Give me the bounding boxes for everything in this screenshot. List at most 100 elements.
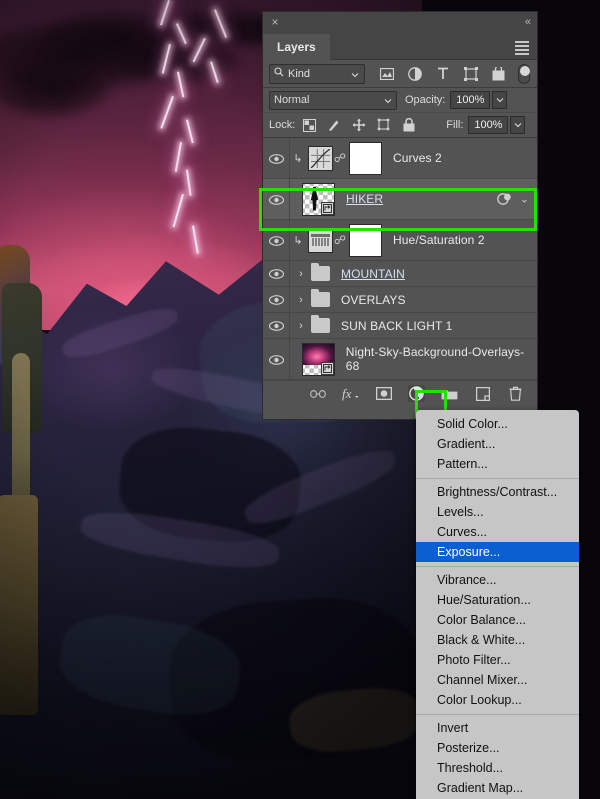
group-disclosure-icon[interactable]: › xyxy=(294,268,308,280)
layer-style-fx-icon[interactable]: fx xyxy=(342,385,359,402)
menu-item-color-lookup[interactable]: Color Lookup... xyxy=(416,690,579,710)
menu-item-solid-color[interactable]: Solid Color... xyxy=(416,414,579,434)
blend-mode-value: Normal xyxy=(274,94,310,106)
curves-adjustment-thumbnail[interactable] xyxy=(308,145,333,171)
menu-item-brightness-contrast[interactable]: Brightness/Contrast... xyxy=(416,482,579,502)
layer-visibility-toggle[interactable] xyxy=(263,339,290,379)
layer-name: HIKER xyxy=(346,192,384,206)
shape-layer-filter-icon[interactable] xyxy=(463,66,478,81)
menu-item-threshold[interactable]: Threshold... xyxy=(416,758,579,778)
fill-input[interactable]: 100% xyxy=(468,116,509,134)
layer-mask-thumbnail[interactable] xyxy=(349,223,382,257)
lock-bar: Lock: Fill: 100% xyxy=(263,113,537,138)
layer-row-overlays-group[interactable]: › OVERLAYS xyxy=(263,287,537,313)
menu-item-vibrance[interactable]: Vibrance... xyxy=(416,570,579,590)
layer-row-hiker[interactable]: HIKER ⌄ xyxy=(263,179,537,220)
layer-visibility-toggle[interactable] xyxy=(263,220,290,260)
eye-icon xyxy=(269,321,284,331)
screenshot-root: × « Layers Kind Normal Opacity: 100% Loc… xyxy=(0,0,600,799)
lock-image-pixels-icon[interactable] xyxy=(327,118,341,132)
menu-item-invert[interactable]: Invert xyxy=(416,718,579,738)
opacity-label: Opacity: xyxy=(405,94,446,106)
layer-visibility-toggle[interactable] xyxy=(263,138,290,178)
menu-item-gradient[interactable]: Gradient... xyxy=(416,434,579,454)
hamburger-menu-icon[interactable] xyxy=(515,41,529,55)
layer-visibility-toggle[interactable] xyxy=(263,313,290,338)
layer-visibility-toggle[interactable] xyxy=(263,179,290,219)
folder-icon xyxy=(311,263,330,281)
lock-all-icon[interactable] xyxy=(402,118,416,132)
panel-tabbar: Layers xyxy=(263,34,537,60)
chevron-down-icon xyxy=(384,95,392,107)
layer-visibility-toggle[interactable] xyxy=(263,287,290,312)
menu-separator xyxy=(416,714,579,715)
opacity-input[interactable]: 100% xyxy=(450,91,491,109)
menu-item-exposure[interactable]: Exposure... xyxy=(416,542,579,562)
filter-kind-label: Kind xyxy=(288,67,311,80)
expand-effects-chevron-icon[interactable]: ⌄ xyxy=(520,193,529,206)
menu-item-black-and-white[interactable]: Black & White... xyxy=(416,630,579,650)
group-disclosure-icon[interactable]: › xyxy=(294,320,308,332)
smart-object-filter-icon[interactable] xyxy=(491,66,506,81)
layer-name: MOUNTAIN xyxy=(341,266,405,281)
tab-layers[interactable]: Layers xyxy=(263,34,330,60)
delete-layer-icon[interactable] xyxy=(507,385,524,402)
filter-toggle-switch[interactable] xyxy=(518,63,530,84)
layer-row-sun-back-light-group[interactable]: › SUN BACK LIGHT 1 xyxy=(263,313,537,339)
layer-effects-icon[interactable] xyxy=(497,192,513,206)
fill-stepper[interactable] xyxy=(510,116,526,134)
menu-item-curves[interactable]: Curves... xyxy=(416,522,579,542)
hiker-layer-thumbnail[interactable] xyxy=(302,182,335,216)
close-icon[interactable]: × xyxy=(268,15,282,29)
layer-name: Curves 2 xyxy=(393,151,442,165)
layer-row-curves-2[interactable]: ↳ ☍ Curves 2 xyxy=(263,138,537,179)
menu-item-color-balance[interactable]: Color Balance... xyxy=(416,610,579,630)
layer-mask-link-icon[interactable]: ☍ xyxy=(333,233,347,247)
new-layer-icon[interactable] xyxy=(474,385,491,402)
menu-item-pattern[interactable]: Pattern... xyxy=(416,454,579,474)
smart-object-badge-icon xyxy=(320,361,334,375)
night-sky-layer-thumbnail[interactable] xyxy=(301,342,335,376)
hue-saturation-adjustment-thumbnail[interactable] xyxy=(308,227,333,253)
lock-transparent-pixels-icon[interactable] xyxy=(302,118,316,132)
eye-icon xyxy=(269,295,284,305)
folder-icon xyxy=(311,315,330,333)
group-disclosure-icon[interactable]: › xyxy=(294,294,308,306)
menu-item-hue-saturation[interactable]: Hue/Saturation... xyxy=(416,590,579,610)
collapse-panel-icon[interactable]: « xyxy=(525,15,531,29)
eye-icon xyxy=(269,235,284,246)
panel-titlebar: × « xyxy=(263,12,537,34)
new-fill-adjustment-layer-icon[interactable] xyxy=(408,385,425,402)
layer-row-mountain-group[interactable]: › MOUNTAIN xyxy=(263,261,537,287)
smart-object-badge-icon xyxy=(321,201,334,215)
blend-mode-select[interactable]: Normal xyxy=(269,90,397,110)
folder-icon xyxy=(311,289,330,307)
layer-row-hue-saturation-2[interactable]: ↳ ☍ Hue/Saturation 2 xyxy=(263,220,537,261)
layer-visibility-toggle[interactable] xyxy=(263,261,290,286)
filter-kind-select[interactable]: Kind xyxy=(269,63,365,84)
link-layers-icon[interactable] xyxy=(309,385,326,402)
layers-list: ↳ ☍ Curves 2 HIKER ⌄ ↳ ☍ Hue/Saturation … xyxy=(263,138,537,380)
layer-name: Hue/Saturation 2 xyxy=(393,233,485,247)
lock-position-icon[interactable] xyxy=(352,118,366,132)
layer-mask-thumbnail[interactable] xyxy=(349,141,382,175)
layer-row-night-sky-background[interactable]: Night-Sky-Background-Overlays-68 xyxy=(263,339,537,380)
layer-filter-bar: Kind xyxy=(263,60,537,88)
layer-mask-link-icon[interactable]: ☍ xyxy=(333,151,347,165)
adjustment-layer-filter-icon[interactable] xyxy=(407,66,422,81)
menu-item-posterize[interactable]: Posterize... xyxy=(416,738,579,758)
type-layer-filter-icon[interactable] xyxy=(435,66,450,81)
pixel-layer-filter-icon[interactable] xyxy=(379,66,394,81)
fill-label: Fill: xyxy=(446,119,464,131)
lock-artboard-nesting-icon[interactable] xyxy=(377,118,391,132)
menu-item-photo-filter[interactable]: Photo Filter... xyxy=(416,650,579,670)
new-group-icon[interactable] xyxy=(441,385,458,402)
menu-item-gradient-map[interactable]: Gradient Map... xyxy=(416,778,579,798)
add-layer-mask-icon[interactable] xyxy=(375,385,392,402)
opacity-stepper[interactable] xyxy=(492,91,508,109)
menu-item-levels[interactable]: Levels... xyxy=(416,502,579,522)
svg-text:fx: fx xyxy=(342,386,352,401)
menu-item-channel-mixer[interactable]: Channel Mixer... xyxy=(416,670,579,690)
search-icon xyxy=(274,67,284,80)
eye-icon xyxy=(269,153,284,164)
